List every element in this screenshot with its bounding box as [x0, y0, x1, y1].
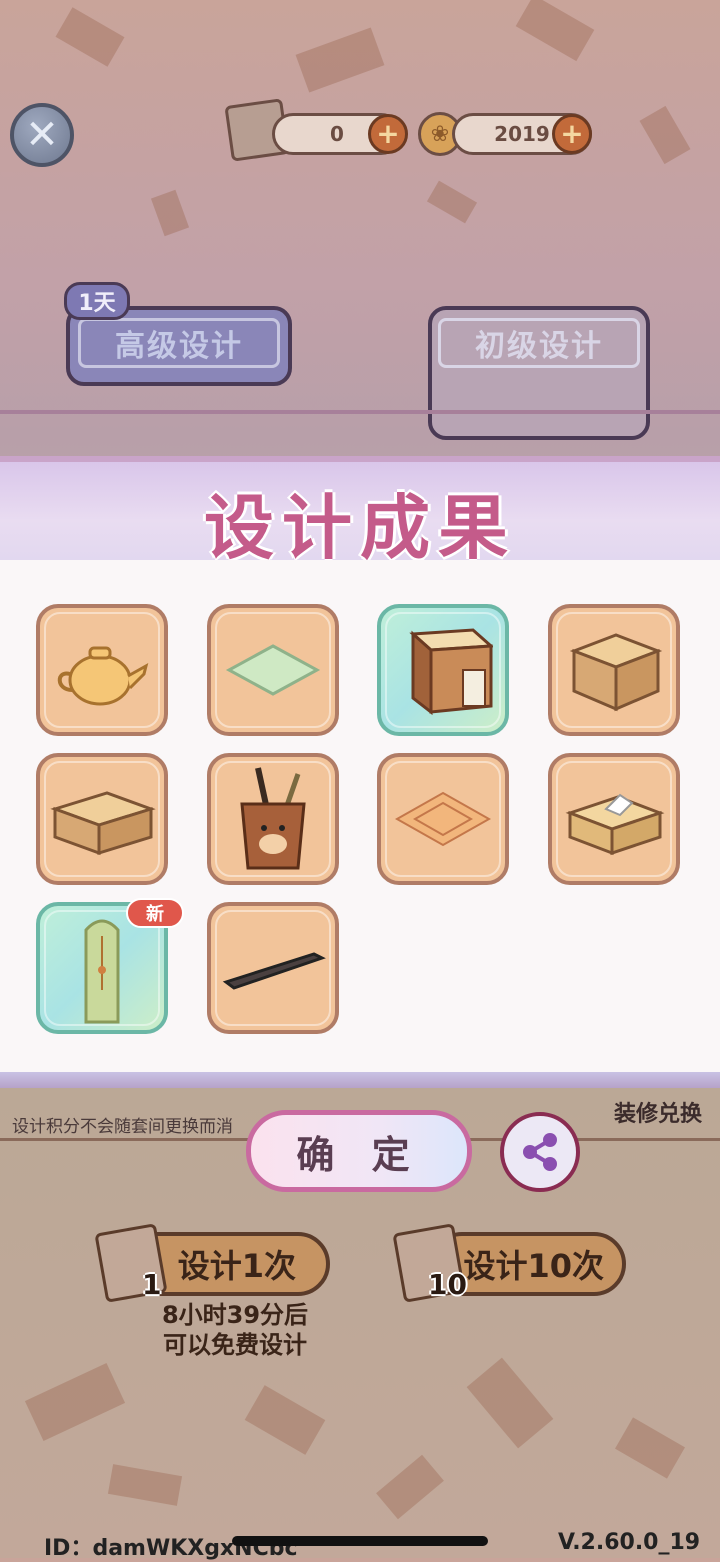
duration-badge: 1天: [64, 282, 130, 320]
pen-holder-icon: [240, 767, 306, 870]
result-item-pen-holder[interactable]: [207, 753, 339, 885]
result-item-flat-box[interactable]: [36, 753, 168, 885]
result-item-green-rug[interactable]: [207, 604, 339, 736]
result-item-tissue-box[interactable]: [548, 753, 680, 885]
new-badge: 新: [126, 898, 184, 928]
tissue-box-icon: [565, 793, 665, 856]
cabinet-icon: [409, 628, 493, 716]
add-scroll-button[interactable]: +: [368, 114, 408, 154]
result-item-square-rug[interactable]: [377, 753, 509, 885]
design-once-cost: 1: [142, 1268, 162, 1301]
rug-icon: [225, 644, 321, 696]
player-id: ID：damWKXgxNCbc: [44, 1536, 298, 1561]
tab-basic-design[interactable]: 初级设计: [428, 306, 650, 440]
design-once-label: 设计1次: [177, 1247, 296, 1285]
decoration-redeem-link[interactable]: 装修兑换: [614, 1096, 702, 1128]
result-panel-header: 设计成果: [0, 456, 720, 569]
result-panel-footer: [0, 1072, 720, 1088]
close-button[interactable]: ✕: [10, 103, 74, 167]
free-timer-line2: 可以免费设计: [163, 1331, 307, 1359]
rug-icon: [394, 791, 492, 847]
app-version: V.2.60.0_19: [558, 1530, 701, 1555]
share-button[interactable]: [500, 1112, 580, 1192]
confirm-button[interactable]: 确 定: [246, 1110, 472, 1192]
tab-divider: [0, 410, 720, 414]
scroll-count: 0: [330, 122, 344, 146]
screen-icon: [84, 919, 120, 1024]
tab-basic-label: 初级设计: [438, 318, 640, 368]
box-icon: [569, 633, 663, 712]
free-design-timer: 8小时39分后 可以免费设计: [120, 1300, 350, 1360]
share-icon: [523, 1133, 557, 1171]
free-timer-line1: 8小时39分后: [161, 1301, 309, 1329]
result-item-cardboard-box[interactable]: [548, 604, 680, 736]
result-item-dark-plank[interactable]: [207, 902, 339, 1034]
coin-count: 2019: [494, 122, 550, 146]
tab-advanced-label: 高级设计: [78, 318, 280, 368]
close-icon: ✕: [25, 112, 59, 158]
result-item-wooden-cabinet[interactable]: [377, 604, 509, 736]
design-ten-label: 设计10次: [463, 1247, 604, 1285]
result-item-teapot[interactable]: [36, 604, 168, 736]
add-coin-button[interactable]: +: [552, 114, 592, 154]
home-indicator[interactable]: [232, 1536, 488, 1546]
design-ten-cost: 10: [428, 1268, 467, 1301]
result-panel-title: 设计成果: [204, 487, 516, 569]
flat-box-icon: [50, 791, 156, 856]
points-hint: 设计积分不会随套间更换而消: [12, 1117, 233, 1137]
teapot-icon: [57, 646, 149, 706]
plus-icon: +: [560, 117, 584, 150]
plus-icon: +: [376, 117, 400, 150]
plank-icon: [222, 952, 326, 990]
